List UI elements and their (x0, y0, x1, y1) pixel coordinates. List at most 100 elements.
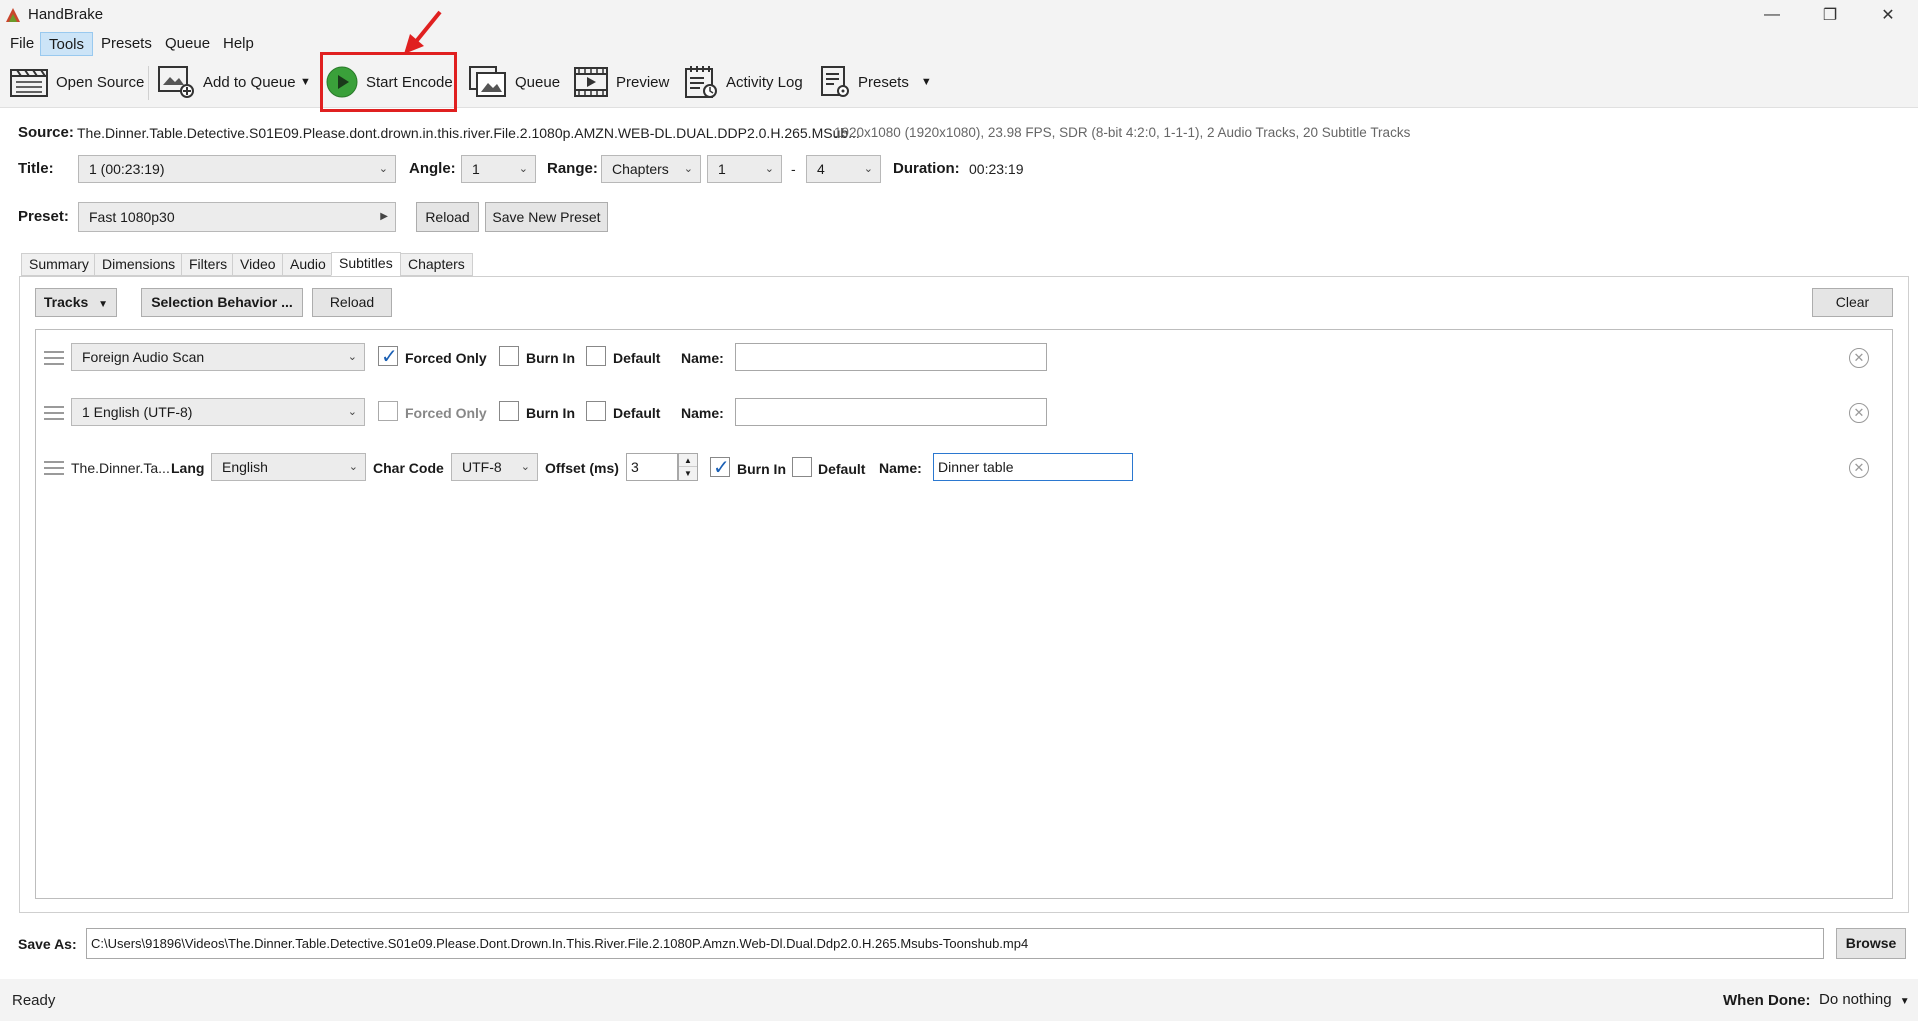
duration-label: Duration: (893, 160, 960, 177)
clear-button[interactable]: Clear (1812, 288, 1893, 317)
burn-in-checkbox-1[interactable] (499, 346, 519, 366)
range-type-select[interactable]: Chapters ⌄ (601, 155, 701, 183)
chevron-down-icon: ⌄ (520, 461, 530, 473)
track-name-input-2[interactable] (735, 398, 1047, 426)
menu-bar: File Tools Presets Queue Help (0, 30, 1918, 58)
chevron-down-icon: ▼ (920, 76, 932, 88)
subtitle-track-select-1[interactable]: Foreign Audio Scan ⌄ (71, 343, 365, 371)
preset-select[interactable]: Fast 1080p30 ▶ (78, 202, 396, 232)
range-end-select[interactable]: 4 ⌄ (806, 155, 881, 183)
menu-presets[interactable]: Presets (93, 32, 160, 56)
default-label-2: Default (613, 405, 661, 421)
tab-video[interactable]: Video (232, 253, 284, 276)
source-name: The.Dinner.Table.Detective.S01E09.Please… (77, 125, 860, 141)
menu-help[interactable]: Help (215, 32, 262, 56)
char-code-label: Char Code (373, 460, 444, 476)
forced-only-checkbox-2[interactable] (378, 401, 398, 421)
title-select[interactable]: 1 (00:23:19) ⌄ (78, 155, 396, 183)
open-source-button[interactable]: Open Source (10, 62, 144, 102)
chevron-down-icon: ⌄ (764, 163, 774, 175)
tab-chapters[interactable]: Chapters (400, 253, 473, 276)
remove-track-icon[interactable]: ✕ (1849, 403, 1869, 423)
default-checkbox-1[interactable] (586, 346, 606, 366)
angle-select[interactable]: 1 ⌄ (461, 155, 536, 183)
minimize-button[interactable]: — (1743, 0, 1801, 30)
queue-button[interactable]: Queue (469, 62, 560, 102)
save-new-preset-button[interactable]: Save New Preset (485, 202, 608, 232)
drag-handle-icon[interactable] (44, 406, 64, 420)
chevron-down-icon: ⌄ (518, 163, 528, 175)
default-label-1: Default (613, 350, 661, 366)
subtitle-track-value-2: 1 English (UTF-8) (82, 404, 193, 420)
char-code-select[interactable]: UTF-8 ⌄ (451, 453, 538, 481)
lang-select[interactable]: English ⌄ (211, 453, 366, 481)
subtitle-file-name: The.Dinner.Ta... (71, 460, 170, 476)
chevron-down-icon: ▼ (1899, 996, 1910, 1007)
restore-button[interactable]: ❐ (1801, 0, 1859, 30)
menu-file[interactable]: File (2, 32, 42, 56)
activity-log-button[interactable]: Activity Log (684, 62, 803, 102)
restore-icon: ❐ (1822, 7, 1838, 24)
when-done-select[interactable]: Do nothing ▼ (1819, 991, 1910, 1008)
browse-button[interactable]: Browse (1836, 928, 1906, 959)
tab-dimensions[interactable]: Dimensions (94, 253, 184, 276)
save-as-path-input[interactable]: C:\Users\91896\Videos\The.Dinner.Table.D… (86, 928, 1824, 959)
add-to-queue-label: Add to Queue (203, 73, 296, 91)
preview-button[interactable]: Preview (574, 62, 669, 102)
tab-audio[interactable]: Audio (282, 253, 334, 276)
tab-summary[interactable]: Summary (21, 253, 97, 276)
preview-label: Preview (616, 73, 670, 91)
menu-queue[interactable]: Queue (157, 32, 218, 56)
add-to-queue-dropdown[interactable]: ▼ (300, 62, 311, 102)
preset-label: Preset: (18, 208, 69, 225)
forced-only-label-2: Forced Only (405, 405, 487, 421)
menu-tools[interactable]: Tools (40, 32, 94, 56)
angle-select-value: 1 (472, 161, 480, 177)
close-icon: ✕ (1881, 7, 1895, 24)
subtitle-track-select-2[interactable]: 1 English (UTF-8) ⌄ (71, 398, 365, 426)
burn-in-checkbox-2[interactable] (499, 401, 519, 421)
chevron-down-icon: ⌄ (348, 461, 358, 473)
when-done-label: When Done: (1723, 992, 1811, 1009)
minimize-icon: — (1764, 6, 1780, 23)
remove-track-icon[interactable]: ✕ (1849, 348, 1869, 368)
burn-in-checkbox-3[interactable] (710, 455, 730, 480)
offset-stepper[interactable]: ▲ ▼ (678, 453, 698, 481)
tab-filters[interactable]: Filters (181, 253, 236, 276)
range-start-select[interactable]: 1 ⌄ (707, 155, 782, 183)
default-checkbox-3[interactable] (792, 457, 812, 477)
track-name-input-3[interactable]: Dinner table (933, 453, 1133, 481)
subtitles-reload-button[interactable]: Reload (312, 288, 392, 317)
add-to-queue-button[interactable]: Add to Queue (157, 62, 296, 102)
drag-handle-icon[interactable] (44, 351, 64, 365)
preset-reload-button[interactable]: Reload (416, 202, 479, 232)
stepper-down-icon[interactable]: ▼ (679, 467, 697, 480)
subtitle-track-value-1: Foreign Audio Scan (82, 349, 205, 365)
chevron-down-icon: ⌄ (683, 163, 693, 175)
save-as-label: Save As: (18, 936, 77, 952)
offset-label: Offset (ms) (545, 460, 619, 476)
toolbar: Open Source Add to Queue ▼ Start Encode … (0, 58, 1918, 108)
chevron-right-icon: ▶ (380, 211, 388, 222)
chevron-down-icon: ⌄ (378, 163, 388, 175)
chevron-down-icon: ▼ (98, 299, 109, 310)
offset-input[interactable]: 3 (626, 453, 678, 481)
tab-subtitles[interactable]: Subtitles (331, 252, 401, 276)
add-to-queue-icon (158, 66, 194, 98)
drag-handle-icon[interactable] (44, 461, 64, 475)
status-text: Ready (12, 992, 56, 1009)
close-button[interactable]: ✕ (1859, 0, 1917, 30)
tracks-button[interactable]: Tracks ▼ (35, 288, 117, 317)
forced-only-checkbox-1[interactable] (378, 344, 398, 369)
range-label: Range: (547, 160, 598, 177)
burn-in-label-1: Burn In (526, 350, 575, 366)
stepper-up-icon[interactable]: ▲ (679, 454, 697, 467)
chevron-down-icon: ⌄ (347, 406, 357, 418)
default-checkbox-2[interactable] (586, 401, 606, 421)
red-arrow-icon (404, 10, 442, 54)
presets-button[interactable]: Presets ▼ (820, 62, 932, 102)
selection-behavior-button[interactable]: Selection Behavior ... (141, 288, 303, 317)
remove-track-icon[interactable]: ✕ (1849, 458, 1869, 478)
window-title: HandBrake (28, 6, 104, 23)
track-name-input-1[interactable] (735, 343, 1047, 371)
